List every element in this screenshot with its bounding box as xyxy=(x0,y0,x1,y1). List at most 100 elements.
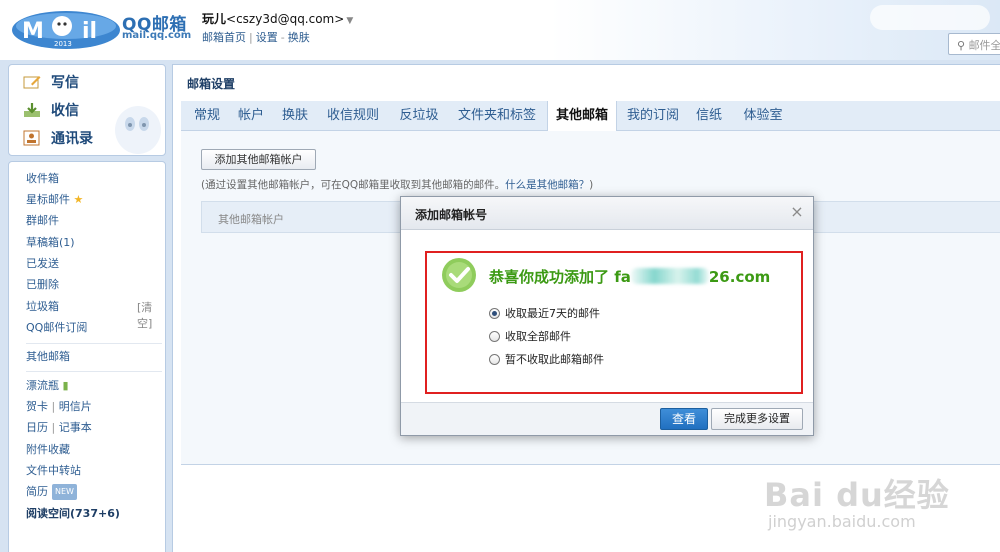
link-skin[interactable]: 换肤 xyxy=(288,31,310,44)
success-check-icon xyxy=(442,258,476,292)
page-title: 邮箱设置 xyxy=(187,77,236,91)
top-header: M il 2013 QQ邮箱 mail.qq.com 玩儿<cszy3d@qq.… xyxy=(0,0,1000,60)
logo-url[interactable]: mail.qq.com xyxy=(122,30,191,41)
sidebar-item-file-transfer[interactable]: 文件中转站 xyxy=(26,463,81,479)
success-prefix: 恭喜你成功添加了 fa xyxy=(489,268,631,286)
compose-icon xyxy=(23,76,41,89)
option-all-mail[interactable]: 收取全部邮件 xyxy=(489,328,571,344)
sidebar-item-compose[interactable]: 写信 xyxy=(23,71,79,93)
link-mail-home[interactable]: 邮箱首页 xyxy=(202,31,246,44)
tab-receive-rules[interactable]: 收信规则 xyxy=(321,101,385,131)
tab-anti-spam[interactable]: 反垃圾 xyxy=(393,101,445,131)
redacted-email xyxy=(630,268,709,284)
contacts-icon xyxy=(23,130,40,146)
user-nickname: 玩儿 xyxy=(202,12,227,26)
option-label: 暂不收取此邮箱邮件 xyxy=(505,353,604,366)
chevron-down-icon[interactable]: ▼ xyxy=(346,16,353,26)
link-postcard[interactable]: 明信片 xyxy=(59,400,92,413)
header-cloud-decoration xyxy=(870,5,990,30)
add-other-account-button[interactable]: 添加其他邮箱帐户 xyxy=(201,149,316,170)
what-is-other-mailbox-link[interactable]: 什么是其他邮箱？ xyxy=(505,179,589,191)
dialog-title: 添加邮箱帐号 xyxy=(415,208,488,222)
sidebar-item-label: 收信 xyxy=(51,103,79,119)
empty-trash-link[interactable]: [清空] xyxy=(137,299,165,331)
tab-skin[interactable]: 换肤 xyxy=(275,101,315,131)
svg-text:2013: 2013 xyxy=(54,40,72,48)
sidebar-item-calendar: 日历 | 记事本 xyxy=(26,420,92,436)
user-account[interactable]: 玩儿<cszy3d@qq.com> ▼ xyxy=(202,10,353,27)
sidebar-item-other-mailbox[interactable]: 其他邮箱 xyxy=(26,349,70,365)
sidebar-item-subscriptions[interactable]: QQ邮件订阅 xyxy=(26,320,87,336)
header-links: 邮箱首页 | 设置 - 换肤 xyxy=(202,29,310,45)
description-end: ) xyxy=(589,179,594,191)
sidebar-item-reading-space[interactable]: 阅读空间(737+6) xyxy=(26,506,120,522)
tab-general[interactable]: 常规 xyxy=(187,101,227,131)
tab-other-mailbox[interactable]: 其他邮箱 xyxy=(547,101,617,132)
svg-text:il: il xyxy=(82,19,97,44)
sidebar-main-actions: 写信 收信 通讯录 xyxy=(8,64,166,156)
sidebar-item-group-mail[interactable]: 群邮件 xyxy=(26,213,59,229)
option-last-7-days[interactable]: 收取最近7天的邮件 xyxy=(489,305,600,321)
divider: | xyxy=(51,400,56,413)
more-settings-button[interactable]: 完成更多设置 xyxy=(711,408,803,430)
divider xyxy=(26,371,162,372)
sidebar-item-receive[interactable]: 收信 xyxy=(23,99,79,121)
divider: | xyxy=(249,31,253,44)
new-badge: NEW xyxy=(52,484,77,500)
sidebar-item-drafts[interactable]: 草稿箱(1) xyxy=(26,235,75,251)
column-header: 其他邮箱帐户 xyxy=(218,213,284,226)
tab-folders-labels[interactable]: 文件夹和标签 xyxy=(451,101,543,131)
success-message: 恭喜你成功添加了 fa 26.com xyxy=(489,266,770,287)
sidebar-item-contacts[interactable]: 通讯录 xyxy=(23,127,93,149)
radio-button[interactable] xyxy=(489,307,500,319)
user-email: <cszy3d@qq.com> xyxy=(226,12,345,26)
bottle-icon: ▮ xyxy=(62,379,69,392)
add-account-description: (通过设置其他邮箱帐户，可在QQ邮箱里收取到其他邮箱的邮件。什么是其他邮箱？) xyxy=(201,177,593,192)
sidebar-item-starred[interactable]: 星标邮件 ★ xyxy=(26,192,83,208)
sidebar-item-label: 漂流瓶 xyxy=(26,379,59,392)
option-dont-receive[interactable]: 暂不收取此邮箱邮件 xyxy=(489,351,604,367)
tab-lab[interactable]: 体验室 xyxy=(735,101,791,131)
description-text: (通过设置其他邮箱帐户，可在QQ邮箱里收取到其他邮箱的邮件。 xyxy=(201,179,506,191)
link-greeting-card[interactable]: 贺卡 xyxy=(26,400,48,413)
tab-stationery[interactable]: 信纸 xyxy=(689,101,729,131)
view-button[interactable]: 查看 xyxy=(660,408,708,430)
radio-button[interactable] xyxy=(489,353,500,365)
sidebar-item-label: 通讯录 xyxy=(51,131,93,147)
sidebar-item-label: 写信 xyxy=(51,75,79,91)
sidebar-item-drift-bottle[interactable]: 漂流瓶 ▮ xyxy=(26,378,69,394)
sidebar-item-label: 星标邮件 xyxy=(26,193,70,206)
radio-button[interactable] xyxy=(489,330,500,342)
baidu-jingyan-watermark: Bai du经验 jingyan.baidu.com xyxy=(764,462,996,542)
link-settings[interactable]: 设置 xyxy=(256,31,278,44)
link-notepad[interactable]: 记事本 xyxy=(59,421,92,434)
success-suffix: 26.com xyxy=(708,268,771,286)
watermark-text: Bai du经验 xyxy=(764,476,950,514)
link-calendar[interactable]: 日历 xyxy=(26,421,48,434)
penguin-mascot-icon xyxy=(115,106,161,154)
dialog-footer: 查看 完成更多设置 xyxy=(401,402,813,435)
watermark-url: jingyan.baidu.com xyxy=(768,512,916,531)
tab-accounts[interactable]: 帐户 xyxy=(231,101,271,131)
sidebar-item-attachments[interactable]: 附件收藏 xyxy=(26,442,70,458)
divider xyxy=(26,343,162,344)
svg-text:M: M xyxy=(22,19,44,44)
option-label: 收取最近7天的邮件 xyxy=(505,307,600,320)
sidebar-folders: 收件箱 星标邮件 ★ 群邮件 草稿箱(1) 已发送 已删除 垃圾箱 [清空] Q… xyxy=(8,161,166,552)
close-icon[interactable]: × xyxy=(787,202,807,222)
tab-my-subscriptions[interactable]: 我的订阅 xyxy=(621,101,685,131)
search-placeholder: 邮件全 xyxy=(968,39,1000,52)
sidebar-item-trash[interactable]: 垃圾箱 xyxy=(26,299,59,315)
add-account-dialog: 添加邮箱帐号 × 恭喜你成功添加了 fa 26.com 收取最近7天的邮件 收取全… xyxy=(400,196,814,436)
sidebar-item-label: 简历 xyxy=(26,485,48,498)
sidebar-item-cards: 贺卡 | 明信片 xyxy=(26,399,92,415)
sidebar-item-deleted[interactable]: 已删除 xyxy=(26,277,59,293)
sidebar-item-sent[interactable]: 已发送 xyxy=(26,256,59,272)
qq-mail-logo-icon[interactable]: M il 2013 xyxy=(10,6,122,50)
sidebar-item-inbox[interactable]: 收件箱 xyxy=(26,171,59,187)
sidebar-item-resume[interactable]: 简历 NEW xyxy=(26,484,77,500)
search-input[interactable]: ⚲ 邮件全 xyxy=(948,33,1000,55)
option-label: 收取全部邮件 xyxy=(505,330,571,343)
dialog-header: 添加邮箱帐号 × xyxy=(401,197,813,230)
search-icon: ⚲ xyxy=(957,39,966,52)
